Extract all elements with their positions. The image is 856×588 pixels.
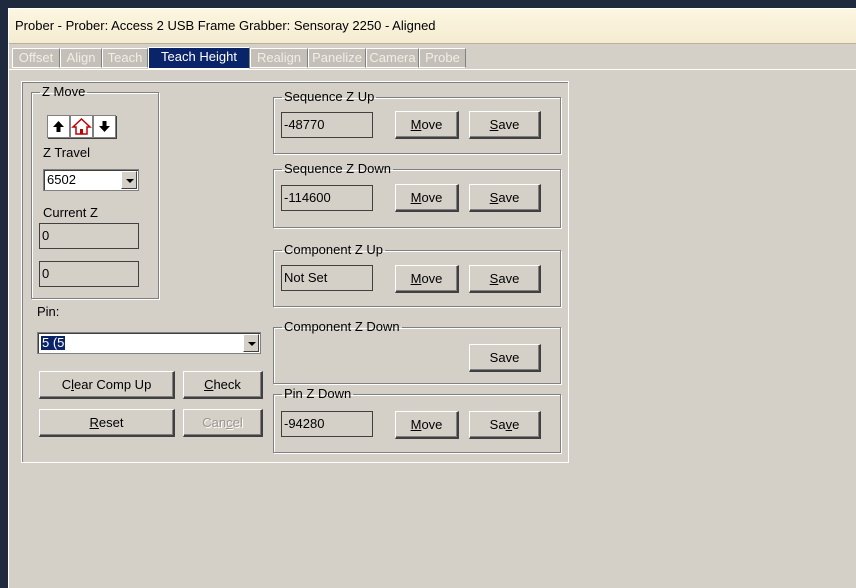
btn-text: C (61, 376, 72, 392)
chevron-down-icon[interactable] (243, 334, 259, 352)
pin-z-down-value: -94280 (281, 411, 373, 437)
sequence-z-up-move-button[interactable]: Move (395, 111, 459, 139)
btn-text: heck (213, 376, 241, 392)
tab-camera[interactable]: Camera (366, 48, 419, 68)
btn-mnemonic: R (89, 414, 99, 430)
z-home-button[interactable] (70, 115, 93, 138)
current-z-label: Current Z (43, 205, 98, 220)
tab-offset[interactable]: Offset (12, 48, 60, 68)
window-title: Prober - Prober: Access 2 USB Frame Grab… (15, 18, 436, 33)
sequence-z-down-legend: Sequence Z Down (284, 161, 391, 176)
arrow-down-icon (99, 121, 110, 132)
pin-z-down-legend: Pin Z Down (284, 386, 352, 401)
pin-select[interactable]: 5 (5 (37, 332, 261, 354)
btn-mnemonic: M (410, 116, 422, 132)
component-z-up-move-button[interactable]: Move (395, 265, 459, 293)
clear-comp-up-button[interactable]: Clear Comp Up (39, 371, 175, 399)
z-travel-select[interactable]: 6502 (43, 169, 139, 191)
tab-probe[interactable]: Probe (419, 48, 466, 68)
component-z-down-save-button[interactable]: Save (469, 344, 541, 372)
btn-text: ave (498, 270, 520, 286)
btn-mnemonic: M (410, 270, 422, 286)
component-z-up-value: Not Set (281, 265, 373, 291)
btn-text: ove (421, 416, 443, 432)
tab-realign[interactable]: Realign (250, 48, 308, 68)
z-down-button[interactable] (93, 115, 116, 138)
current-z-field: 0 (39, 223, 139, 249)
tab-strip: Offset Align Teach Teach Height Realign … (9, 47, 856, 70)
sequence-z-up-value: -48770 (281, 112, 373, 138)
z-move-legend: Z Move (42, 84, 86, 99)
btn-text: ave (498, 116, 520, 132)
btn-mnemonic: M (410, 416, 422, 432)
z-up-button[interactable] (47, 115, 70, 138)
sequence-z-down-move-button[interactable]: Move (395, 184, 459, 212)
sequence-z-down-save-button[interactable]: Save (469, 184, 541, 212)
tab-teach[interactable]: Teach (102, 48, 148, 68)
btn-text: ave (498, 189, 520, 205)
btn-text: Sa (489, 416, 506, 432)
btn-text: ove (421, 116, 443, 132)
component-z-down-legend: Component Z Down (284, 319, 400, 334)
pin-z-down-move-button[interactable]: Move (395, 411, 459, 439)
reset-button[interactable]: Reset (39, 409, 175, 437)
tab-panelize[interactable]: Panelize (308, 48, 366, 68)
btn-text: ove (421, 270, 443, 286)
sequence-z-up-save-button[interactable]: Save (469, 111, 541, 139)
home-icon (71, 117, 92, 135)
btn-text: el (232, 414, 243, 430)
z-travel-label: Z Travel (43, 145, 90, 160)
btn-text: Save (489, 349, 520, 365)
btn-mnemonic: M (410, 189, 422, 205)
chevron-down-icon[interactable] (121, 171, 137, 189)
arrow-up-icon (53, 121, 64, 132)
check-button[interactable]: Check (183, 371, 263, 399)
btn-text: e (512, 416, 520, 432)
sequence-z-up-legend: Sequence Z Up (284, 89, 375, 104)
btn-text: Can (202, 414, 227, 430)
component-z-up-legend: Component Z Up (284, 242, 383, 257)
pin-z-down-save-button[interactable]: Save (469, 411, 541, 439)
pin-value: 5 (5 (41, 335, 66, 350)
component-z-up-save-button[interactable]: Save (469, 265, 541, 293)
main-window: Prober - Prober: Access 2 USB Frame Grab… (8, 8, 856, 588)
btn-text: ear Comp Up (73, 376, 152, 392)
tab-teach-height[interactable]: Teach Height (148, 47, 250, 69)
sequence-z-down-value: -114600 (281, 185, 373, 211)
tab-align[interactable]: Align (60, 48, 102, 68)
btn-text: ove (421, 189, 443, 205)
z-travel-value: 6502 (47, 172, 76, 187)
pin-label: Pin: (37, 304, 60, 319)
btn-text: eset (98, 414, 124, 430)
cancel-button[interactable]: Cancel (183, 409, 263, 437)
title-bar: Prober - Prober: Access 2 USB Frame Grab… (9, 9, 856, 44)
current-z-secondary-field: 0 (39, 261, 139, 287)
